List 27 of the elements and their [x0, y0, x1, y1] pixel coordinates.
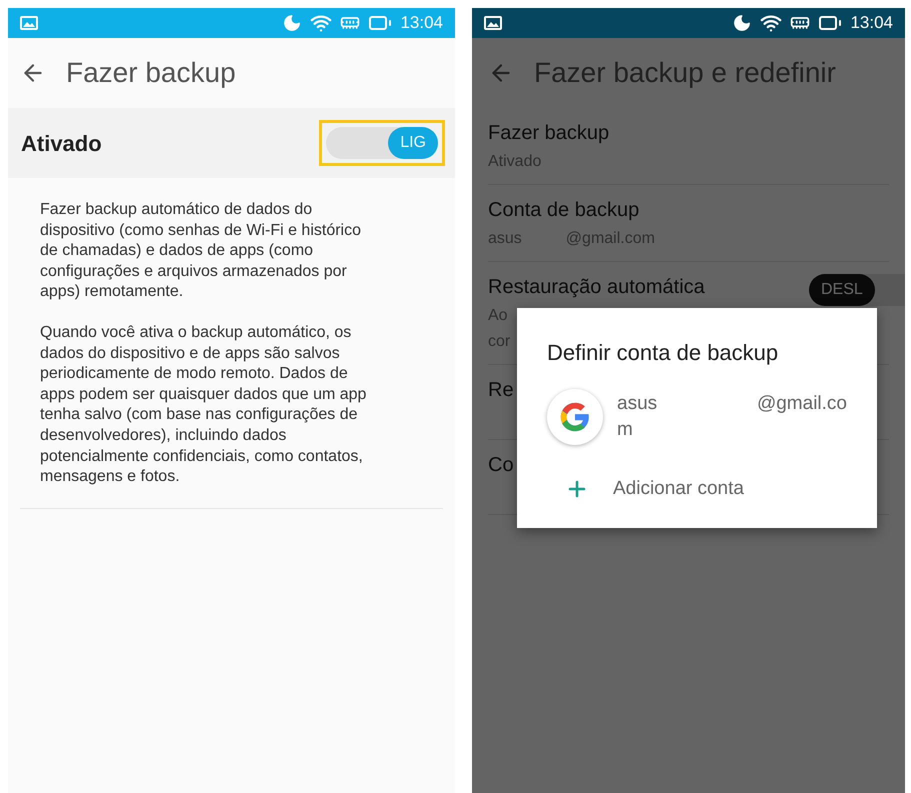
account-option[interactable]: asus @gmail.co m [547, 389, 847, 445]
item-title: Conta de backup [488, 198, 640, 223]
account-domain-end: m [617, 418, 634, 442]
screen-title: Fazer backup [66, 56, 236, 90]
description-paragraph: Quando você ativa o backup automático, os dados do dispositivo e de apps são salvos periodicamente de modo remoto. Dados de apps podem ser quaisquer dados que um app tenha salvo (com base nas configurações de desenvolvedores), incluindo dados potencialmente confidenciais, como contatos, mensagens e fotos. [40, 322, 368, 488]
screen-title: Fazer backup e redefinir [534, 56, 836, 90]
item-title: Fazer backup [488, 121, 610, 146]
item-title: Co [488, 453, 514, 478]
dialog-title: Definir conta de backup [547, 339, 780, 367]
description-paragraph: Fazer backup automático de dados do dispositivo (como senhas de Wi-Fi e histórico de chamadas) e dados de apps (como configurações e arquivos armazenados por apps) remotamente. [40, 200, 362, 302]
toggle-thumb-label: DESL [809, 274, 875, 306]
status-time: 13:04 [400, 12, 443, 34]
toggle-label: Ativado [21, 130, 102, 158]
toggle-switch[interactable]: DESL [809, 274, 905, 306]
image-icon [20, 16, 38, 30]
add-account-option[interactable]: Adicionar conta [547, 475, 847, 504]
account-name: asus [617, 392, 658, 416]
toggle-thumb-label: LIG [388, 127, 438, 159]
moon-icon [282, 13, 302, 33]
google-logo-icon [547, 389, 603, 445]
account-domain: @gmail.co [756, 392, 847, 416]
status-time: 13:04 [850, 12, 893, 34]
item-title: Re [488, 378, 514, 403]
image-icon [484, 16, 502, 30]
toggle-switch[interactable]: LIG [326, 127, 438, 159]
item-title: Restauração automática [488, 275, 705, 300]
moon-icon [732, 13, 752, 33]
